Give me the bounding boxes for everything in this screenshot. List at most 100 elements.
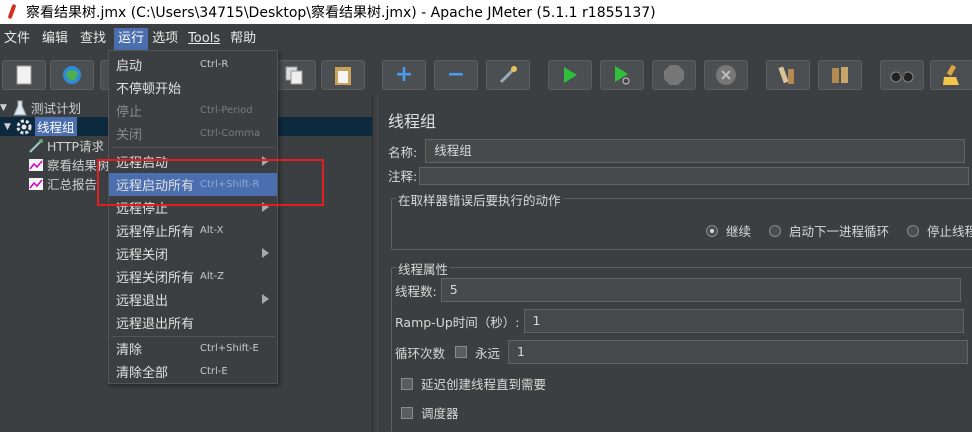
delay-checkbox[interactable]: [401, 377, 413, 390]
flask-icon: [12, 100, 28, 116]
radio-label: 继续: [726, 224, 752, 239]
reset-search-icon: [943, 64, 959, 85]
run-menu-remote-exit-all[interactable]: 远程退出所有: [109, 311, 277, 334]
start-no-pause-button[interactable]: [600, 60, 644, 90]
copy-button[interactable]: [272, 60, 316, 90]
run-menu-clear[interactable]: 清除 Ctrl+Shift-E: [109, 337, 277, 360]
collapse-all-button[interactable]: −: [434, 60, 478, 90]
title-bar: 察看结果树.jmx (C:\Users\34715\Desktop\察看结果树.…: [0, 0, 972, 24]
menu-item-label: 清除: [116, 343, 143, 358]
error-action-legend: 在取样器错误后要执行的动作: [396, 190, 563, 209]
run-menu-remote-stop-all[interactable]: 远程停止所有 Alt-X: [109, 219, 277, 242]
menu-run[interactable]: 运行: [114, 28, 149, 50]
thread-properties-legend: 线程属性: [396, 259, 451, 278]
stop-button[interactable]: [652, 60, 696, 90]
comment-label: 注释:: [388, 169, 418, 184]
search-icon: [890, 71, 914, 83]
loop-field[interactable]: 1: [508, 340, 969, 364]
scheduler-label: 调度器: [421, 406, 459, 421]
menu-item-label: 启动: [116, 59, 143, 74]
gear-icon: [16, 119, 32, 135]
expand-all-button[interactable]: +: [382, 60, 426, 90]
expand-icon: +: [394, 62, 414, 87]
menu-item-shortcut: Alt-X: [200, 225, 224, 236]
menu-tools[interactable]: Tools: [184, 28, 224, 50]
tree-item-label: HTTP请求: [47, 139, 104, 154]
tree-item-test-plan[interactable]: ▼ 测试计划: [0, 98, 81, 117]
start-no-pause-icon: [615, 66, 630, 85]
menu-file[interactable]: 文件: [0, 28, 34, 50]
collapse-arrow-icon[interactable]: ▼: [0, 103, 10, 113]
rampup-field[interactable]: 1: [523, 309, 964, 333]
submenu-arrow-icon: [262, 248, 269, 258]
submenu-arrow-icon: [262, 294, 269, 304]
menu-item-label: 远程关闭所有: [116, 271, 195, 286]
error-action-group: 在取样器错误后要执行的动作 继续 启动下一进程循环 停止线程: [391, 190, 972, 250]
menu-edit[interactable]: 编辑: [38, 28, 72, 50]
collapse-arrow-icon[interactable]: ▼: [4, 122, 14, 132]
threads-row: 线程数: 5: [395, 278, 961, 302]
run-menu-clear-all[interactable]: 清除全部 Ctrl-E: [109, 360, 277, 383]
tree-item-label: 线程组: [35, 117, 77, 136]
run-menu-shutdown[interactable]: 关闭 Ctrl-Comma: [109, 122, 277, 145]
radio-continue[interactable]: 继续: [706, 221, 751, 240]
chart-icon: [28, 176, 44, 192]
reset-search-button[interactable]: [930, 60, 972, 90]
window-title: 察看结果树.jmx (C:\Users\34715\Desktop\察看结果树.…: [26, 5, 656, 21]
run-menu-stop[interactable]: 停止 Ctrl-Period: [109, 99, 277, 122]
new-button[interactable]: [2, 60, 46, 90]
menu-item-shortcut: Ctrl-E: [200, 366, 228, 377]
menu-item-label: 远程退出: [116, 294, 169, 309]
menu-item-shortcut: Ctrl-R: [200, 59, 229, 70]
run-menu-start[interactable]: 启动 Ctrl-R: [109, 53, 277, 76]
radio-start-next-loop[interactable]: 启动下一进程循环: [769, 221, 889, 240]
run-menu-remote-shutdown[interactable]: 远程关闭: [109, 242, 277, 265]
rampup-label: Ramp-Up时间（秒）:: [395, 314, 520, 330]
radio-unselected-icon: [907, 224, 920, 237]
threads-field[interactable]: 5: [440, 278, 961, 302]
name-field[interactable]: 线程组: [425, 139, 966, 163]
paste-button[interactable]: [321, 60, 365, 90]
menu-options[interactable]: 选项: [148, 28, 182, 50]
error-action-options: 继续 启动下一进程循环 停止线程: [706, 221, 972, 240]
tree-item-summary-report[interactable]: 汇总报告: [28, 174, 97, 193]
radio-stop-thread[interactable]: 停止线程: [907, 221, 972, 240]
menu-item-label: 清除全部: [116, 366, 169, 381]
start-button[interactable]: [548, 60, 592, 90]
forever-label: 永远: [475, 345, 501, 361]
scheduler-checkbox[interactable]: [401, 406, 413, 419]
radio-unselected-icon: [769, 224, 782, 237]
templates-icon: [63, 66, 81, 84]
menu-search[interactable]: 查找: [76, 28, 110, 50]
forever-checkbox[interactable]: [455, 346, 468, 358]
run-menu-dropdown: 启动 Ctrl-R 不停顿开始 停止 Ctrl-Period 关闭 Ctrl-C…: [108, 50, 278, 384]
shutdown-button[interactable]: [704, 60, 748, 90]
toggle-button[interactable]: [486, 60, 530, 90]
menu-item-shortcut: Ctrl-Period: [200, 105, 253, 116]
menu-item-shortcut: Ctrl+Shift-E: [200, 343, 259, 354]
run-menu-start-no-pause[interactable]: 不停顿开始: [109, 76, 277, 99]
menu-help[interactable]: 帮助: [226, 28, 260, 50]
templates-button[interactable]: [50, 60, 94, 90]
comment-row: 注释:: [388, 166, 970, 185]
menu-item-shortcut: Ctrl-Comma: [200, 128, 261, 139]
comment-field[interactable]: [419, 166, 970, 185]
name-label: 名称:: [388, 144, 418, 160]
threads-label: 线程数:: [395, 283, 437, 299]
chart-icon: [28, 157, 44, 173]
radio-label: 停止线程: [927, 224, 972, 239]
tree-item-http-request[interactable]: HTTP请求: [28, 136, 104, 155]
search-button[interactable]: [880, 60, 924, 90]
toggle-icon: [499, 66, 517, 84]
loop-row: 循环次数 永远 1: [395, 340, 969, 364]
clear-button[interactable]: [766, 60, 810, 90]
radio-label: 启动下一进程循环: [789, 224, 890, 239]
menu-separator: [111, 147, 275, 148]
delay-label: 延迟创建线程直到需要: [421, 377, 547, 392]
shutdown-icon: [716, 65, 736, 85]
run-menu-remote-shutdown-all[interactable]: 远程关闭所有 Alt-Z: [109, 265, 277, 288]
clear-all-button[interactable]: [818, 60, 862, 90]
clear-icon: [778, 66, 794, 84]
thread-group-panel: 线程组 名称: 线程组 注释: 在取样器错误后要执行的动作 继续 启动下一进程循…: [378, 96, 972, 432]
run-menu-remote-exit[interactable]: 远程退出: [109, 288, 277, 311]
